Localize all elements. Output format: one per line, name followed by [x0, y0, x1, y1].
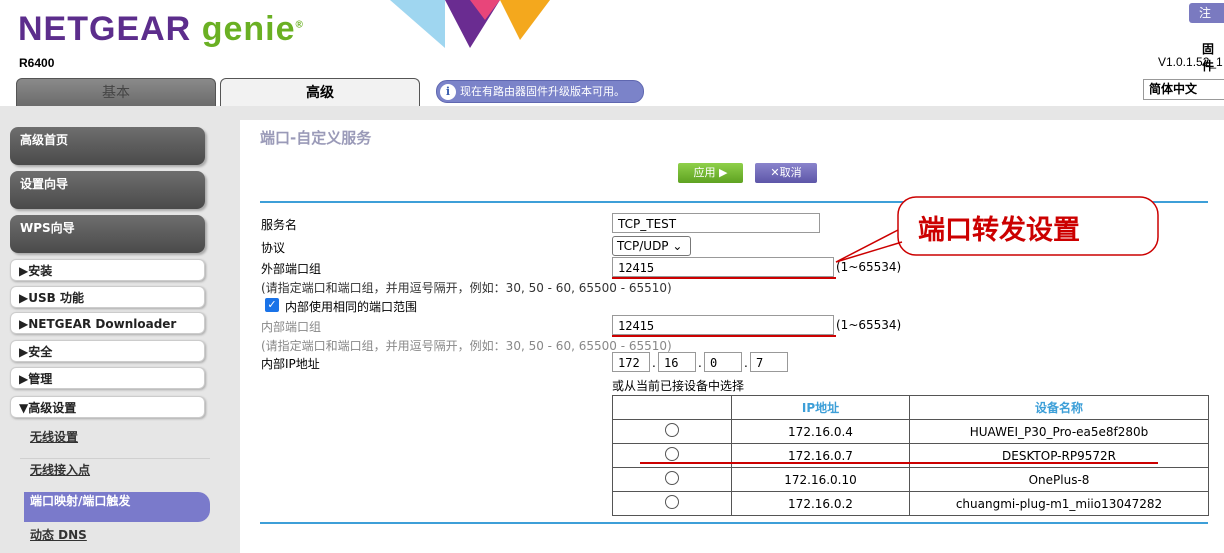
internal-port-input[interactable]: 12415: [612, 315, 834, 335]
ip-cell: 172.16.0.10: [731, 467, 910, 492]
internal-port-hint: (请指定端口和端口组，并用逗号隔开，例如：30, 50 - 60, 65500 …: [261, 339, 672, 353]
column-header-device-name: 设备名称: [909, 395, 1209, 420]
protocol-value: TCP/UDP: [617, 239, 669, 253]
router-model: R6400: [19, 56, 55, 70]
menu-netgear-downloader[interactable]: ▶NETGEAR Downloader: [10, 312, 205, 334]
protocol-select[interactable]: TCP/UDP ⌄: [612, 236, 691, 256]
menu-usb[interactable]: ▶USB 功能: [10, 286, 205, 308]
protocol-label: 协议: [261, 241, 286, 255]
external-port-input[interactable]: 12415: [612, 257, 834, 277]
setup-wizard-button[interactable]: 设置向导: [10, 171, 205, 209]
select-cell[interactable]: [612, 491, 732, 516]
table-row[interactable]: 172.16.0.4 HUAWEI_P30_Pro-ea5e8f280b: [612, 419, 1209, 444]
device-radio[interactable]: [665, 471, 679, 485]
page-title: 端口-自定义服务: [260, 129, 372, 147]
chevron-down-icon: ⌄: [672, 239, 683, 253]
ip-cell: 172.16.0.2: [731, 491, 910, 516]
device-radio[interactable]: [665, 447, 679, 461]
firmware-update-notice[interactable]: i 现在有路由器固件升级版本可用。: [436, 80, 644, 103]
ip-separator: .: [698, 356, 702, 370]
ip-octet-1[interactable]: 172: [612, 352, 650, 372]
column-header-ip: IP地址: [731, 395, 910, 420]
table-row[interactable]: 172.16.0.2 chuangmi-plug-m1_miio13047282: [612, 491, 1209, 516]
menu-security[interactable]: ▶安全: [10, 340, 205, 362]
decorative-triangles: [390, 0, 550, 48]
device-radio[interactable]: [665, 495, 679, 509]
bottom-divider: [260, 522, 1208, 524]
column-header-select: [612, 395, 732, 420]
advanced-home-button[interactable]: 高级首页: [10, 127, 205, 165]
ip-separator: .: [744, 356, 748, 370]
logout-button[interactable]: 注: [1189, 3, 1224, 23]
subitem-wireless-settings[interactable]: 无线设置: [30, 428, 78, 445]
notice-text: 现在有路由器固件升级版本可用。: [460, 85, 625, 98]
menu-advanced-setup[interactable]: ▼高级设置: [10, 396, 205, 418]
select-cell[interactable]: [612, 419, 732, 444]
annotation-text: 端口转发设置: [918, 215, 1080, 246]
info-icon: i: [440, 84, 456, 100]
external-port-label: 外部端口组: [261, 262, 322, 276]
internal-ip-label: 内部IP地址: [261, 357, 320, 371]
internal-port-label: 内部端口组: [261, 320, 322, 334]
ip-separator: .: [652, 356, 656, 370]
subitem-wireless-ap[interactable]: 无线接入点: [30, 461, 90, 478]
same-range-checkbox[interactable]: ✓: [265, 298, 279, 312]
wps-wizard-button[interactable]: WPS向导: [10, 215, 205, 253]
ip-octet-2[interactable]: 16: [658, 352, 696, 372]
device-radio[interactable]: [665, 423, 679, 437]
divider: [20, 458, 210, 459]
ip-octet-3[interactable]: 0: [704, 352, 742, 372]
firmware-version: V1.0.1.52_1: [1158, 55, 1223, 69]
device-name-cell: chuangmi-plug-m1_miio13047282: [909, 491, 1209, 516]
netgear-genie-logo: NETGEAR genie®: [18, 10, 304, 49]
subitem-port-forwarding[interactable]: 端口映射/端口触发: [24, 492, 210, 522]
menu-setup[interactable]: ▶安装: [10, 259, 205, 281]
apply-button[interactable]: 应用 ▶: [678, 163, 743, 183]
internal-port-range: (1~65534): [836, 318, 902, 332]
devices-table: IP地址 设备名称 172.16.0.4 HUAWEI_P30_Pro-ea5e…: [612, 395, 1209, 516]
device-name-cell: HUAWEI_P30_Pro-ea5e8f280b: [909, 419, 1209, 444]
cancel-button[interactable]: ✕取消: [755, 163, 817, 183]
same-range-label: 内部使用相同的端口范围: [285, 300, 418, 314]
device-name-cell: OnePlus-8: [909, 467, 1209, 492]
subitem-dynamic-dns[interactable]: 动态 DNS: [30, 526, 87, 543]
ip-cell: 172.16.0.4: [731, 419, 910, 444]
external-port-hint: (请指定端口和端口组，并用逗号隔开，例如：30, 50 - 60, 65500 …: [261, 281, 672, 295]
service-name-input[interactable]: TCP_TEST: [612, 213, 820, 233]
service-name-label: 服务名: [261, 218, 298, 232]
menu-management[interactable]: ▶管理: [10, 367, 205, 389]
table-header-row: IP地址 设备名称: [612, 395, 1209, 420]
callout-pointer: [835, 229, 903, 263]
choose-device-label: 或从当前已接设备中选择: [612, 379, 745, 393]
language-select[interactable]: 简体中文: [1143, 79, 1224, 100]
select-cell[interactable]: [612, 467, 732, 492]
header-band: [0, 106, 1224, 120]
ip-octet-4[interactable]: 7: [750, 352, 788, 372]
logo-registered-mark: ®: [295, 19, 304, 31]
tab-advanced[interactable]: 高级: [220, 78, 420, 107]
logo-genie-text: genie: [201, 10, 296, 48]
tab-basic[interactable]: 基本: [16, 78, 216, 107]
table-row[interactable]: 172.16.0.10 OnePlus-8: [612, 467, 1209, 492]
annotation-underline: [640, 462, 1158, 464]
logo-text: NETGEAR: [18, 10, 192, 48]
